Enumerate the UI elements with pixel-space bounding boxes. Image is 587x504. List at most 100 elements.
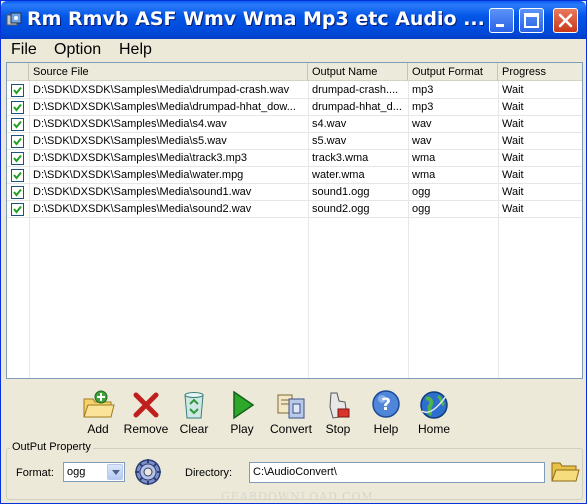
close-button[interactable] bbox=[553, 8, 578, 33]
cell-output-name: s5.wav bbox=[312, 135, 347, 147]
app-window: Rm Rmvb ASF Wmv Wma Mp3 etc Audio ... Fi… bbox=[0, 0, 587, 504]
cell-output-name: drumpad-hhat_d... bbox=[312, 101, 402, 113]
table-row[interactable]: D:\SDK\DXSDK\Samples\Media\sound2.wav sou… bbox=[7, 201, 582, 218]
cell-output-name: sound2.ogg bbox=[312, 203, 370, 215]
cell-source-file: D:\SDK\DXSDK\Samples\Media\sound2.wav bbox=[33, 203, 252, 215]
clear-label: Clear bbox=[179, 422, 209, 436]
help-button[interactable]: ? Help bbox=[362, 389, 410, 441]
checkmark-icon bbox=[13, 103, 22, 112]
minimize-icon bbox=[496, 24, 504, 27]
cell-output-format: wma bbox=[412, 169, 436, 181]
remove-label: Remove bbox=[123, 422, 169, 436]
cell-output-format: mp3 bbox=[412, 101, 434, 113]
header-source-file[interactable]: Source File bbox=[29, 63, 308, 81]
cell-source-file: D:\SDK\DXSDK\Samples\Media\sound1.wav bbox=[33, 186, 252, 198]
row-checkbox[interactable] bbox=[11, 101, 24, 114]
list-header: Source File Output Name Output Format Pr… bbox=[7, 63, 582, 81]
toolbar: Add Remove Clear Play Convert Stop ? Hel… bbox=[1, 385, 586, 441]
header-progress[interactable]: Progress bbox=[498, 63, 582, 81]
cell-output-format: ogg bbox=[412, 203, 431, 215]
checkmark-icon bbox=[13, 188, 22, 197]
checkmark-icon bbox=[13, 154, 22, 163]
header-check-column[interactable] bbox=[7, 63, 29, 81]
header-output-name[interactable]: Output Name bbox=[308, 63, 408, 81]
table-row[interactable]: D:\SDK\DXSDK\Samples\Media\sound1.wav sou… bbox=[7, 184, 582, 201]
chevron-down-icon bbox=[112, 470, 120, 475]
format-value: ogg bbox=[67, 466, 86, 478]
stop-icon bbox=[329, 392, 350, 419]
table-row[interactable]: D:\SDK\DXSDK\Samples\Media\drumpad-crash… bbox=[7, 82, 582, 99]
format-label: Format: bbox=[16, 467, 54, 479]
cell-progress: Wait bbox=[502, 169, 524, 181]
row-checkbox[interactable] bbox=[11, 203, 24, 216]
convert-label: Convert bbox=[269, 422, 313, 436]
cell-source-file: D:\SDK\DXSDK\Samples\Media\track3.mp3 bbox=[33, 152, 247, 164]
row-checkbox[interactable] bbox=[11, 186, 24, 199]
file-list[interactable]: Source File Output Name Output Format Pr… bbox=[6, 62, 583, 379]
row-checkbox[interactable] bbox=[11, 84, 24, 97]
menu-file[interactable]: File bbox=[11, 41, 37, 59]
cell-source-file: D:\SDK\DXSDK\Samples\Media\drumpad-crash… bbox=[33, 84, 290, 96]
play-icon bbox=[233, 390, 255, 420]
app-icon bbox=[6, 12, 22, 26]
output-property-title: OutPut Property bbox=[10, 441, 93, 453]
menu-help-label: Help bbox=[119, 41, 152, 58]
window-title: Rm Rmvb ASF Wmv Wma Mp3 etc Audio ... bbox=[27, 8, 485, 30]
cell-output-name: track3.wma bbox=[312, 152, 369, 164]
add-folder-icon bbox=[83, 390, 115, 418]
cell-output-format: wav bbox=[412, 118, 432, 130]
svg-text:?: ? bbox=[381, 395, 391, 415]
directory-field[interactable]: C:\AudioConvert\ bbox=[249, 462, 545, 483]
cell-progress: Wait bbox=[502, 118, 524, 130]
cell-source-file: D:\SDK\DXSDK\Samples\Media\water.mpg bbox=[33, 169, 244, 181]
home-button[interactable]: Home bbox=[410, 389, 458, 441]
stop-label: Stop bbox=[325, 422, 351, 436]
menu-option-label: Option bbox=[54, 41, 102, 58]
row-checkbox[interactable] bbox=[11, 118, 24, 131]
checkmark-icon bbox=[13, 137, 22, 146]
checkmark-icon bbox=[13, 86, 22, 95]
format-settings-button[interactable] bbox=[133, 457, 163, 487]
cell-progress: Wait bbox=[502, 186, 524, 198]
minimize-button[interactable] bbox=[489, 8, 514, 33]
menu-file-label: File bbox=[11, 41, 37, 58]
row-checkbox[interactable] bbox=[11, 169, 24, 182]
title-bar[interactable]: Rm Rmvb ASF Wmv Wma Mp3 etc Audio ... bbox=[1, 1, 586, 39]
cell-source-file: D:\SDK\DXSDK\Samples\Media\s4.wav bbox=[33, 118, 227, 130]
checkmark-icon bbox=[13, 120, 22, 129]
add-button[interactable]: Add bbox=[74, 389, 122, 441]
browse-folder-button[interactable] bbox=[550, 458, 580, 484]
maximize-icon bbox=[524, 13, 539, 28]
stop-button[interactable]: Stop bbox=[314, 389, 362, 441]
row-checkbox[interactable] bbox=[11, 152, 24, 165]
cell-progress: Wait bbox=[502, 84, 524, 96]
checkmark-icon bbox=[13, 205, 22, 214]
menu-option[interactable]: Option bbox=[54, 41, 101, 59]
table-row[interactable]: D:\SDK\DXSDK\Samples\Media\drumpad-hhat_… bbox=[7, 99, 582, 116]
cell-output-name: drumpad-crash.... bbox=[312, 84, 399, 96]
remove-x-icon bbox=[133, 392, 159, 418]
format-select[interactable]: ogg bbox=[63, 462, 125, 482]
format-dropdown-button[interactable] bbox=[107, 464, 123, 480]
convert-button[interactable]: Convert bbox=[267, 389, 315, 441]
play-button[interactable]: Play bbox=[218, 389, 266, 441]
menu-help[interactable]: Help bbox=[119, 41, 152, 59]
row-checkbox[interactable] bbox=[11, 135, 24, 148]
cell-output-format: mp3 bbox=[412, 84, 434, 96]
header-output-format[interactable]: Output Format bbox=[408, 63, 498, 81]
cell-source-file: D:\SDK\DXSDK\Samples\Media\drumpad-hhat_… bbox=[33, 101, 296, 113]
convert-icon bbox=[277, 394, 305, 419]
remove-button[interactable]: Remove bbox=[122, 389, 170, 441]
cell-progress: Wait bbox=[502, 152, 524, 164]
cell-source-file: D:\SDK\DXSDK\Samples\Media\s5.wav bbox=[33, 135, 227, 147]
help-icon: ? bbox=[372, 390, 400, 418]
maximize-button[interactable] bbox=[519, 8, 544, 33]
checkmark-icon bbox=[13, 171, 22, 180]
table-row[interactable]: D:\SDK\DXSDK\Samples\Media\s5.wav s5.wav w… bbox=[7, 133, 582, 150]
table-row[interactable]: D:\SDK\DXSDK\Samples\Media\water.mpg wate… bbox=[7, 167, 582, 184]
clear-button[interactable]: Clear bbox=[170, 389, 218, 441]
cell-output-format: wav bbox=[412, 135, 432, 147]
table-row[interactable]: D:\SDK\DXSDK\Samples\Media\s4.wav s4.wav w… bbox=[7, 116, 582, 133]
help-label: Help bbox=[373, 422, 399, 436]
table-row[interactable]: D:\SDK\DXSDK\Samples\Media\track3.mp3 tra… bbox=[7, 150, 582, 167]
